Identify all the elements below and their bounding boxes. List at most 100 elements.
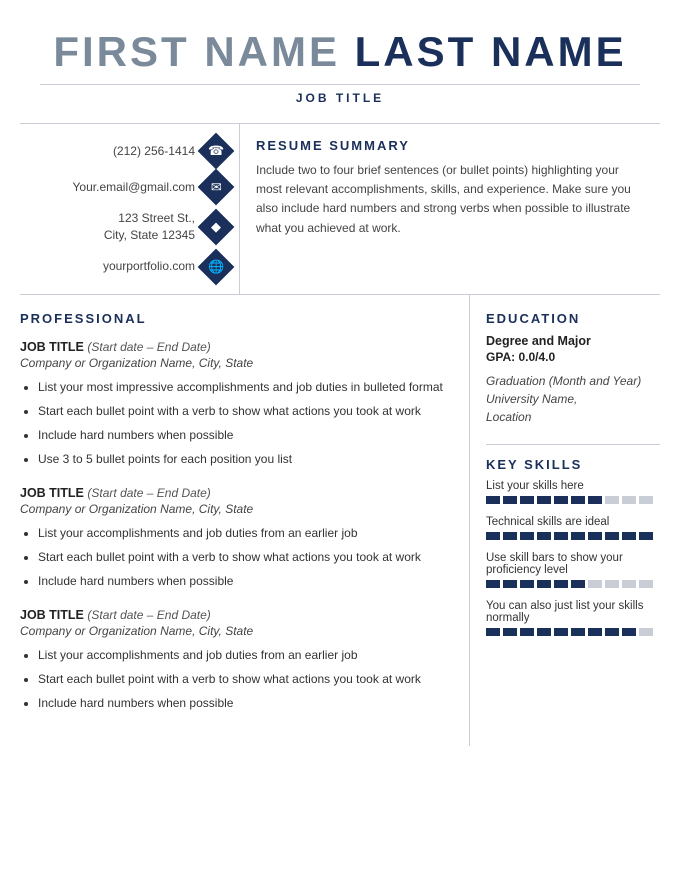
- skill-bar-filled: [588, 532, 602, 540]
- skill-bar-filled: [503, 532, 517, 540]
- skill-bar-filled: [639, 532, 653, 540]
- contact-email: Your.email@gmail.com ✉: [25, 174, 229, 200]
- contact-phone: (212) 256-1414 ☎: [25, 138, 229, 164]
- contact-summary-section: (212) 256-1414 ☎ Your.email@gmail.com ✉ …: [20, 123, 660, 295]
- contact-portfolio: yourportfolio.com 🌐: [25, 254, 229, 280]
- bullet-item: Start each bullet point with a verb to s…: [38, 402, 449, 420]
- skill-bar-empty: [639, 628, 653, 636]
- phone-text: (212) 256-1414: [113, 143, 195, 160]
- job-title-label: JOB TITLE: [20, 340, 84, 354]
- bullet-item: Use 3 to 5 bullet points for each positi…: [38, 450, 449, 468]
- bullet-item: Include hard numbers when possible: [38, 694, 449, 712]
- skill-bar-filled: [520, 580, 534, 588]
- email-icon: ✉: [198, 169, 235, 206]
- skill-bar-filled: [537, 628, 551, 636]
- job-title-label: JOB TITLE: [20, 608, 84, 622]
- address-icon: ◆: [198, 208, 235, 245]
- summary-column: RESUME SUMMARY Include two to four brief…: [240, 124, 660, 294]
- skill-bar-filled: [571, 628, 585, 636]
- job-bullets: List your accomplishments and job duties…: [20, 524, 449, 590]
- degree-major: Degree and Major: [486, 334, 660, 348]
- skill-bar-filled: [605, 628, 619, 636]
- skill-bar-empty: [622, 496, 636, 504]
- bullet-item: List your most impressive accomplishment…: [38, 378, 449, 396]
- bullet-item: Start each bullet point with a verb to s…: [38, 670, 449, 688]
- skill-bar-empty: [622, 580, 636, 588]
- contact-column: (212) 256-1414 ☎ Your.email@gmail.com ✉ …: [20, 124, 240, 294]
- skills-list: List your skills here Technical skills ar…: [486, 480, 660, 636]
- jobs-list: JOB TITLE (Start date – End Date) Company…: [20, 340, 449, 712]
- skill-bars: [486, 532, 660, 540]
- job-block: JOB TITLE (Start date – End Date) Company…: [20, 340, 449, 468]
- contact-address: 123 Street St., City, State 12345 ◆: [25, 210, 229, 244]
- main-content: PROFESSIONAL JOB TITLE (Start date – End…: [20, 295, 660, 746]
- full-name: FIRST NAME LAST NAME: [20, 28, 660, 76]
- skill-bar-filled: [486, 496, 500, 504]
- job-title-line: JOB TITLE (Start date – End Date): [20, 608, 449, 622]
- skill-bar-filled: [520, 532, 534, 540]
- company-name: Company or Organization Name, City, Stat…: [20, 502, 449, 516]
- header-job-title: JOB TITLE: [20, 91, 660, 105]
- skills-title: KEY SKILLS: [486, 457, 660, 472]
- skill-bars: [486, 628, 660, 636]
- skill-bar-filled: [622, 532, 636, 540]
- first-name: FIRST NAME: [53, 28, 340, 75]
- skill-bar-filled: [571, 532, 585, 540]
- skill-label: You can also just list your skills norma…: [486, 600, 660, 624]
- resume-header: FIRST NAME LAST NAME JOB TITLE: [0, 0, 680, 123]
- job-title-line: JOB TITLE (Start date – End Date): [20, 486, 449, 500]
- skill-bar-filled: [554, 532, 568, 540]
- skill-label: List your skills here: [486, 480, 660, 492]
- company-name: Company or Organization Name, City, Stat…: [20, 356, 449, 370]
- education-section: EDUCATION Degree and Major GPA: 0.0/4.0 …: [486, 311, 660, 426]
- skill-bar-filled: [503, 496, 517, 504]
- skill-label: Technical skills are ideal: [486, 516, 660, 528]
- portfolio-text: yourportfolio.com: [103, 258, 195, 275]
- skill-bar-empty: [639, 580, 653, 588]
- skill-bar-filled: [520, 496, 534, 504]
- address-text: 123 Street St., City, State 12345: [104, 210, 195, 244]
- job-dates: (Start date – End Date): [87, 340, 210, 354]
- job-dates: (Start date – End Date): [87, 608, 210, 622]
- skill-bars: [486, 580, 660, 588]
- gpa: GPA: 0.0/4.0: [486, 350, 660, 364]
- skill-bar-filled: [571, 496, 585, 504]
- skill-bar-filled: [588, 628, 602, 636]
- skill-item: Technical skills are ideal: [486, 516, 660, 540]
- job-bullets: List your most impressive accomplishment…: [20, 378, 449, 468]
- phone-icon: ☎: [198, 133, 235, 170]
- skill-bar-filled: [537, 580, 551, 588]
- grad-date: Graduation (Month and Year) University N…: [486, 372, 660, 426]
- bullet-item: Include hard numbers when possible: [38, 572, 449, 590]
- skill-bar-empty: [605, 496, 619, 504]
- email-text: Your.email@gmail.com: [73, 179, 195, 196]
- skill-bar-empty: [605, 580, 619, 588]
- skill-bar-filled: [537, 496, 551, 504]
- skill-bar-filled: [486, 532, 500, 540]
- job-bullets: List your accomplishments and job duties…: [20, 646, 449, 712]
- job-block: JOB TITLE (Start date – End Date) Company…: [20, 608, 449, 712]
- summary-title: RESUME SUMMARY: [256, 138, 644, 153]
- summary-body: Include two to four brief sentences (or …: [256, 161, 644, 238]
- skill-label: Use skill bars to show your proficiency …: [486, 552, 660, 576]
- bullet-item: List your accomplishments and job duties…: [38, 524, 449, 542]
- header-divider: [40, 84, 640, 85]
- job-dates: (Start date – End Date): [87, 486, 210, 500]
- job-title-label: JOB TITLE: [20, 486, 84, 500]
- professional-column: PROFESSIONAL JOB TITLE (Start date – End…: [20, 295, 470, 746]
- job-title-line: JOB TITLE (Start date – End Date): [20, 340, 449, 354]
- skill-bar-empty: [639, 496, 653, 504]
- skill-bars: [486, 496, 660, 504]
- skill-bar-filled: [588, 496, 602, 504]
- skill-bar-filled: [503, 580, 517, 588]
- job-block: JOB TITLE (Start date – End Date) Company…: [20, 486, 449, 590]
- skill-bar-filled: [503, 628, 517, 636]
- skill-item: You can also just list your skills norma…: [486, 600, 660, 636]
- skill-item: List your skills here: [486, 480, 660, 504]
- company-name: Company or Organization Name, City, Stat…: [20, 624, 449, 638]
- skill-bar-filled: [554, 496, 568, 504]
- skill-item: Use skill bars to show your proficiency …: [486, 552, 660, 588]
- bullet-item: List your accomplishments and job duties…: [38, 646, 449, 664]
- bullet-item: Include hard numbers when possible: [38, 426, 449, 444]
- skill-bar-empty: [588, 580, 602, 588]
